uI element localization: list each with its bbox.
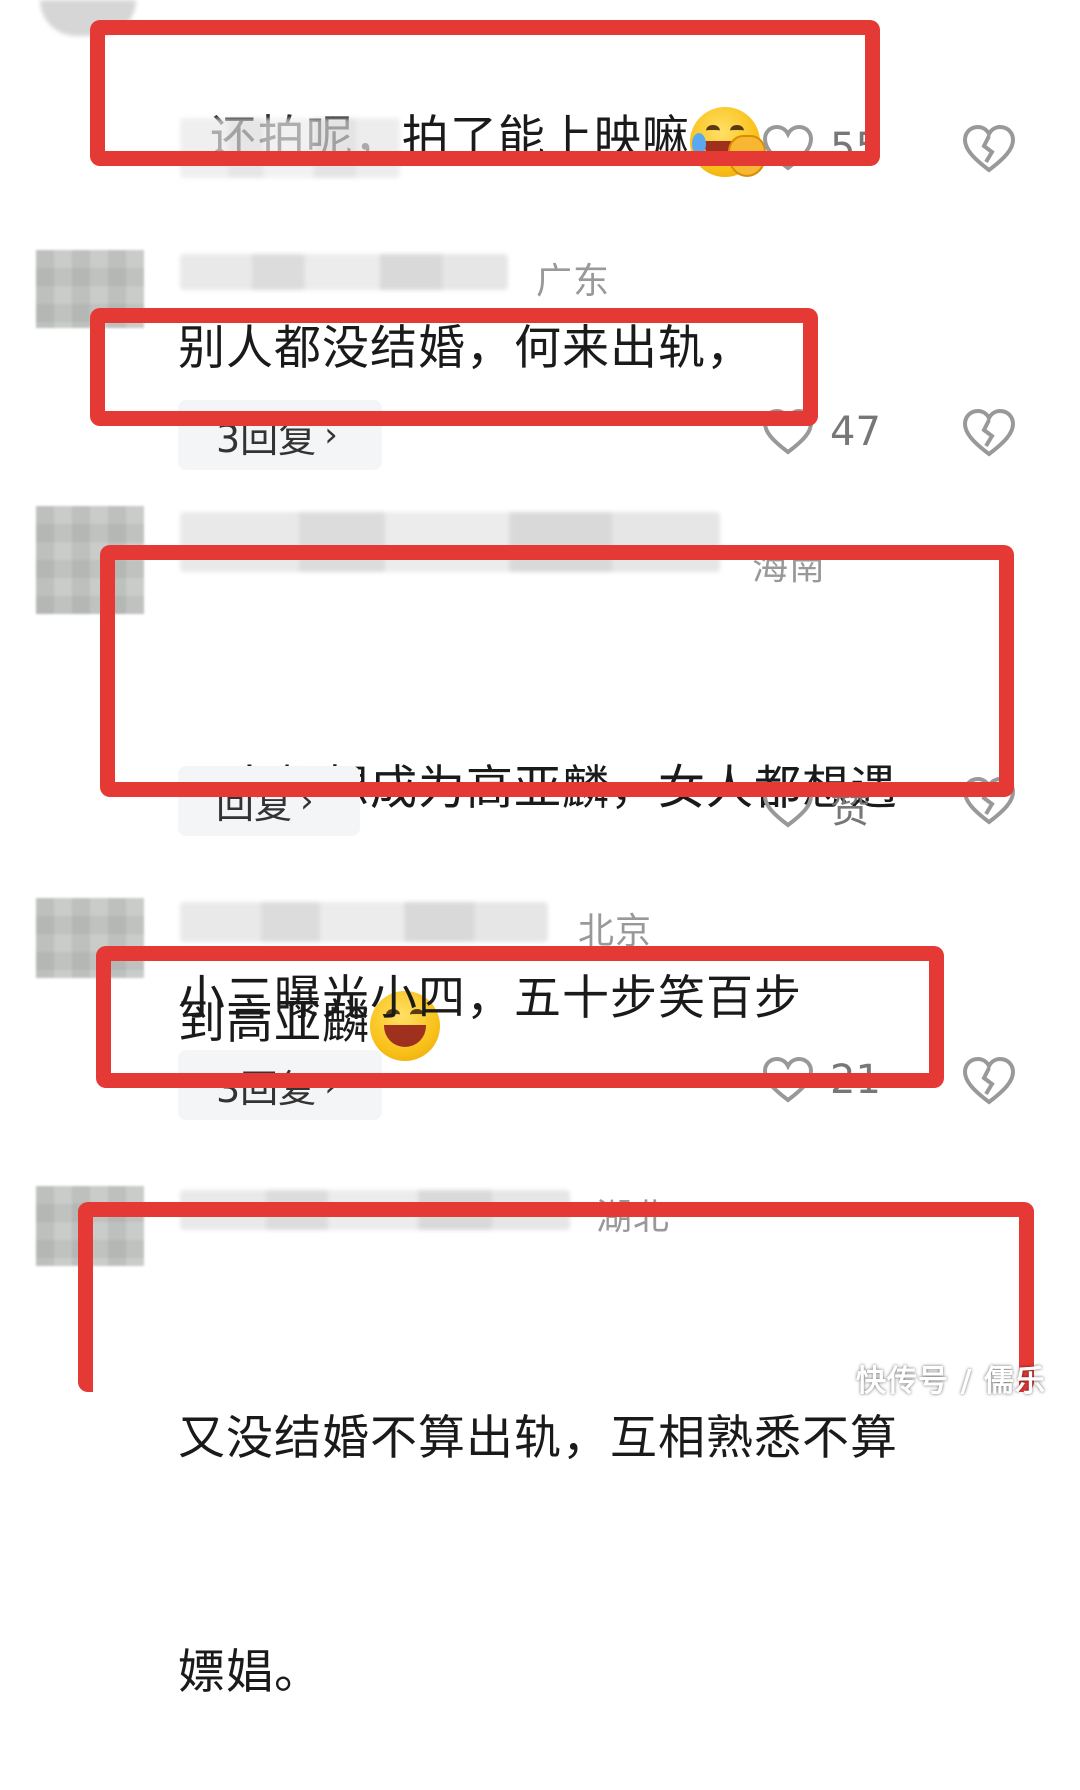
location-label: 湖北 <box>596 1197 671 1238</box>
chevron-right-icon: › <box>300 781 314 821</box>
like-count: 47 <box>830 409 881 455</box>
avatar[interactable] <box>36 898 144 978</box>
heart-outline-icon <box>762 781 814 828</box>
like-count: 55 <box>830 125 881 171</box>
like-button[interactable]: 47 <box>762 408 881 456</box>
like-button[interactable]: 55 <box>762 124 881 172</box>
like-button[interactable]: 21 <box>762 1056 881 1104</box>
like-count: 21 <box>830 1057 881 1103</box>
chevron-right-icon: › <box>324 415 338 455</box>
facepalm-laughing-emoji <box>689 106 766 177</box>
reply-pill-blurred[interactable] <box>180 118 400 178</box>
comment-text-line: 又没结婚不算出轨，互相熟悉不算 <box>178 1411 898 1466</box>
avatar[interactable] <box>36 1186 144 1266</box>
location-label: 广东 <box>536 261 611 302</box>
comment-text: 别人都没结婚，何来出轨， <box>178 321 754 376</box>
avatar[interactable] <box>36 250 144 328</box>
comment-text: 又没结婚不算出轨，互相熟悉不算 嫖娼。 <box>178 1244 898 1790</box>
avatar[interactable] <box>36 506 144 614</box>
reply-button[interactable]: 回复 › <box>178 766 360 836</box>
heart-outline-icon <box>762 408 814 455</box>
like-count: 赞 <box>830 786 870 832</box>
comment-text-line: 嫖娼。 <box>178 1645 322 1700</box>
broken-heart-icon[interactable] <box>962 408 1016 458</box>
reply-button[interactable]: 3回复 › <box>178 400 382 470</box>
location-label: 北京 <box>578 911 653 952</box>
broken-heart-icon[interactable] <box>962 776 1016 826</box>
username[interactable] <box>180 902 548 942</box>
username[interactable] <box>180 512 720 572</box>
username[interactable] <box>180 1190 570 1230</box>
heart-outline-icon <box>762 124 814 171</box>
chevron-right-icon: › <box>324 1065 338 1105</box>
watermark: 快传号 / 儒乐 <box>856 1364 1046 1399</box>
reply-button[interactable]: 3回复 › <box>178 1050 382 1120</box>
broken-heart-icon[interactable] <box>962 124 1016 174</box>
comment-text: 小三曝光小四，五十步笑百步 <box>178 971 802 1026</box>
avatar[interactable] <box>40 0 136 36</box>
heart-outline-icon <box>762 1056 814 1103</box>
reply-label: 回复 <box>216 782 293 827</box>
location-label: 海南 <box>752 547 827 588</box>
broken-heart-icon[interactable] <box>962 1056 1016 1106</box>
like-button[interactable]: 赞 <box>762 776 870 834</box>
reply-label: 3回复 <box>216 1066 317 1111</box>
reply-label: 3回复 <box>216 416 317 461</box>
username[interactable] <box>180 254 508 290</box>
